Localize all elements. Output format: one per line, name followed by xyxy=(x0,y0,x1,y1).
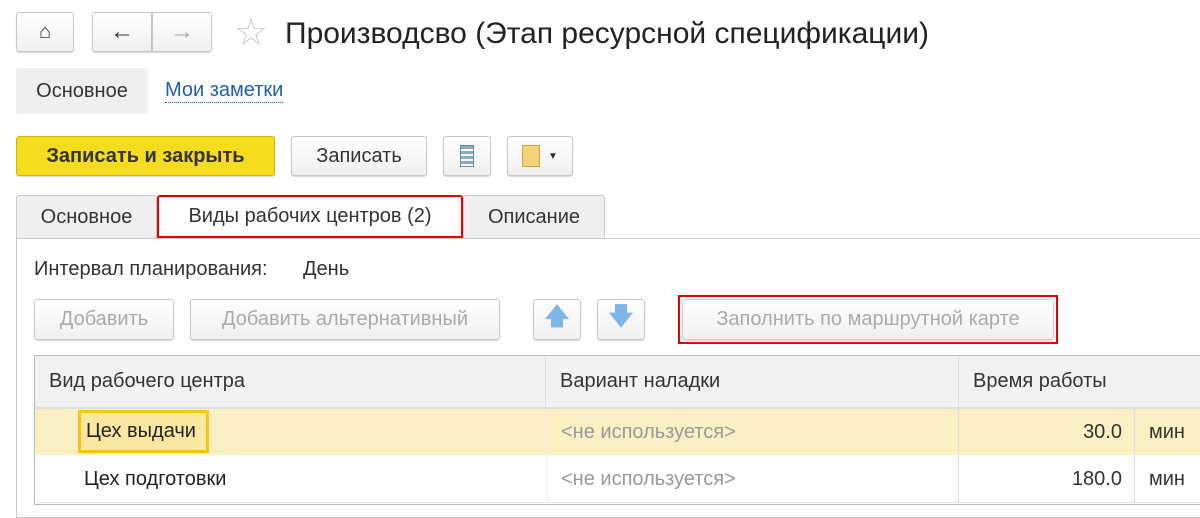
fill-by-route-button[interactable]: Заполнить по маршрутной карте xyxy=(682,299,1054,340)
tab-work-centers[interactable]: Виды рабочих центров (2) xyxy=(157,195,463,238)
tab-main[interactable]: Основное xyxy=(16,195,157,239)
col-header-work-time[interactable]: Время работы xyxy=(959,356,1200,407)
nav-main[interactable]: Основное xyxy=(16,68,148,114)
home-icon: ⌂ xyxy=(38,20,52,43)
report-button[interactable]: ▼ xyxy=(507,136,573,176)
arrow-right-icon: → xyxy=(170,18,194,45)
tab-description[interactable]: Описание xyxy=(463,195,605,239)
cell-unit[interactable]: мин xyxy=(1135,455,1200,503)
cell-work-time[interactable]: 180.0 xyxy=(959,455,1135,503)
cell-setup-variant[interactable]: <не используется> xyxy=(546,455,959,503)
list-icon xyxy=(460,145,474,167)
interval-value: День xyxy=(303,258,350,280)
move-down-button[interactable]: 🡇 xyxy=(597,299,645,340)
interval-label: Интервал планирования: xyxy=(34,258,268,280)
nav-notes-link[interactable]: Мои заметки xyxy=(165,79,284,103)
save-button[interactable]: Записать xyxy=(291,136,427,176)
page-title: Производсво (Этап ресурсной спецификации… xyxy=(285,17,929,50)
save-close-button[interactable]: Записать и закрыть xyxy=(16,136,275,176)
dropdown-icon: ▼ xyxy=(548,150,558,162)
forward-button[interactable]: → xyxy=(152,12,212,52)
add-button[interactable]: Добавить xyxy=(34,299,174,340)
move-up-button[interactable]: 🡅 xyxy=(533,299,581,340)
arrow-up-icon: 🡅 xyxy=(544,303,570,330)
list-button[interactable] xyxy=(443,136,491,176)
star-icon[interactable]: ☆ xyxy=(234,10,268,55)
cell-unit[interactable]: мин xyxy=(1135,409,1200,455)
arrow-left-icon: ← xyxy=(110,18,134,45)
cell-setup-variant[interactable]: <не используется> xyxy=(546,409,959,455)
cell-work-center[interactable]: Цех подготовки xyxy=(70,455,546,503)
col-header-work-center[interactable]: Вид рабочего центра xyxy=(35,356,546,407)
col-header-setup-variant[interactable]: Вариант наладки xyxy=(546,356,959,407)
home-button[interactable]: ⌂ xyxy=(16,12,74,52)
back-button[interactable]: ← xyxy=(92,12,152,52)
report-icon xyxy=(522,145,541,167)
cell-work-center[interactable]: Цех выдачи xyxy=(78,410,209,453)
cell-work-time[interactable]: 30.0 xyxy=(959,409,1135,455)
arrow-down-icon: 🡇 xyxy=(608,303,634,330)
add-alternative-button[interactable]: Добавить альтернативный xyxy=(190,299,500,340)
